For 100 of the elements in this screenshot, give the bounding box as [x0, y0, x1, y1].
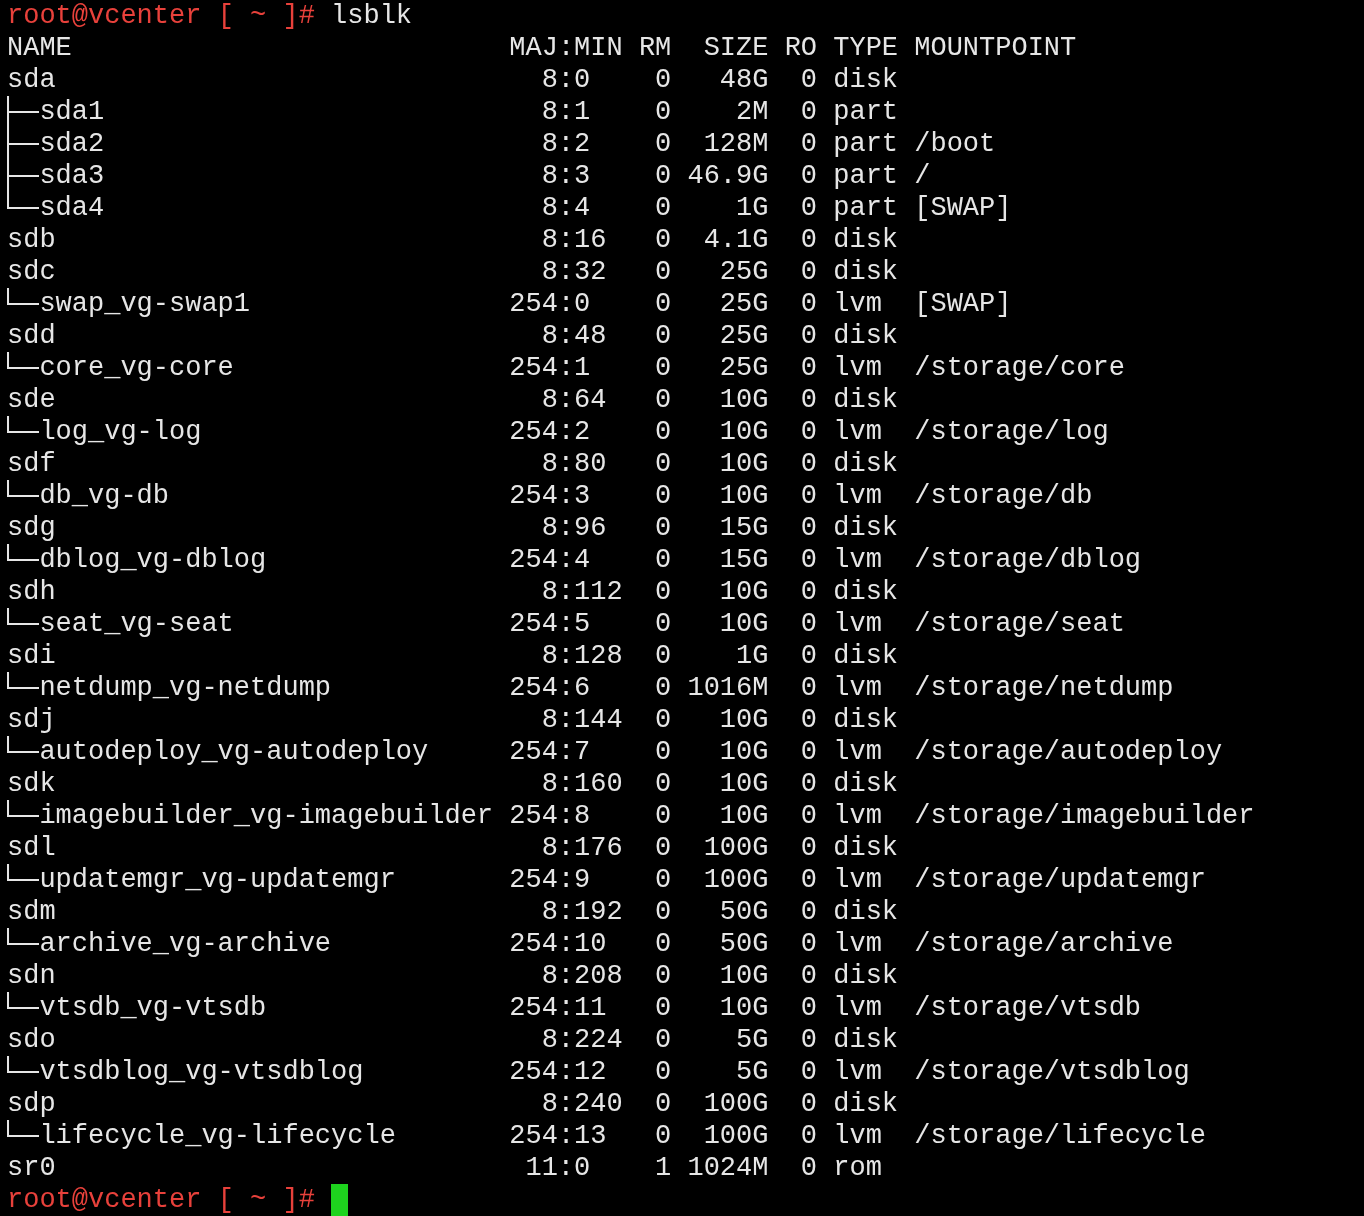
removable-value: 0 — [655, 385, 672, 415]
device-type: disk — [833, 832, 900, 864]
device-name: sda3 — [39, 160, 105, 192]
read-only-value: 0 — [800, 961, 818, 991]
device-type: disk — [833, 1024, 900, 1056]
removable-value: 0 — [655, 257, 672, 287]
device-name: sdg — [7, 512, 56, 544]
mount-point: /storage/autodeploy — [914, 736, 1223, 768]
device-type: lvm — [833, 1056, 883, 1088]
read-only-value: 0 — [800, 641, 818, 671]
read-only-value: 0 — [800, 225, 818, 255]
size-value: 10G — [719, 481, 769, 511]
read-only-value: 0 — [800, 1153, 818, 1183]
device-name: sdl — [7, 832, 56, 864]
read-only-value: 0 — [800, 129, 818, 159]
size-value: 5G — [736, 1025, 769, 1055]
size-value: 25G — [719, 321, 769, 351]
column-header: RM — [638, 32, 672, 64]
read-only-value: 0 — [800, 1089, 818, 1119]
removable-value: 0 — [655, 705, 672, 735]
tree-branch-line — [7, 128, 40, 160]
device-type: disk — [833, 896, 900, 928]
removable-value: 0 — [655, 321, 672, 351]
major-minor-number: 254:9 — [509, 865, 591, 895]
read-only-value: 0 — [800, 897, 818, 927]
tree-branch-line — [7, 416, 40, 433]
read-only-value: 0 — [800, 193, 818, 223]
device-type: disk — [833, 704, 900, 736]
major-minor-number: 254:4 — [509, 545, 591, 575]
device-name: vtsdb_vg-vtsdb — [39, 992, 267, 1024]
size-value: 1016M — [687, 673, 769, 703]
size-value: 25G — [719, 289, 769, 319]
tree-branch-line — [7, 864, 40, 881]
read-only-value: 0 — [800, 1121, 818, 1151]
device-type: disk — [833, 320, 900, 352]
device-type: disk — [833, 64, 900, 96]
device-type: lvm — [833, 672, 883, 704]
read-only-value: 0 — [800, 481, 818, 511]
major-minor-number: 254:0 — [509, 289, 591, 319]
removable-value: 0 — [655, 769, 672, 799]
device-name: autodeploy_vg-autodeploy — [39, 736, 429, 768]
device-type: part — [833, 160, 900, 192]
removable-value: 0 — [655, 129, 672, 159]
device-name: sdf — [7, 448, 56, 480]
mount-point: /storage/core — [914, 352, 1125, 384]
device-name: sdp — [7, 1088, 56, 1120]
device-name: sdn — [7, 960, 56, 992]
removable-value: 0 — [655, 65, 672, 95]
removable-value: 0 — [655, 225, 672, 255]
device-name: sda1 — [39, 96, 105, 128]
mount-point: /storage/seat — [914, 608, 1125, 640]
device-type: lvm — [833, 352, 883, 384]
read-only-value: 0 — [800, 1057, 818, 1087]
device-name: vtsdblog_vg-vtsdblog — [39, 1056, 364, 1088]
device-type: disk — [833, 384, 900, 416]
removable-value: 0 — [655, 97, 672, 127]
read-only-value: 0 — [800, 321, 818, 351]
device-name: sda — [7, 64, 56, 96]
size-value: 10G — [719, 801, 769, 831]
device-name: sr0 — [7, 1152, 56, 1184]
major-minor-number: 8:4 — [540, 193, 591, 223]
major-minor-number: 8:0 — [540, 65, 591, 95]
mount-point: /boot — [914, 128, 996, 160]
size-value: 10G — [719, 737, 769, 767]
device-name: sdm — [7, 896, 56, 928]
tree-branch-line — [7, 288, 40, 305]
read-only-value: 0 — [800, 865, 818, 895]
size-value: 100G — [703, 1089, 769, 1119]
device-name: netdump_vg-netdump — [39, 672, 332, 704]
size-value: 1G — [736, 193, 769, 223]
device-type: lvm — [833, 800, 883, 832]
device-name: archive_vg-archive — [39, 928, 332, 960]
size-value: 25G — [719, 257, 769, 287]
major-minor-number: 254:3 — [509, 481, 591, 511]
tree-branch-line — [7, 992, 40, 1009]
device-name: dblog_vg-dblog — [39, 544, 267, 576]
removable-value: 0 — [655, 353, 672, 383]
removable-value: 1 — [655, 1153, 672, 1183]
tree-branch-line — [7, 608, 40, 625]
read-only-value: 0 — [800, 737, 818, 767]
mount-point: /storage/vtsdblog — [914, 1056, 1190, 1088]
read-only-value: 0 — [800, 545, 818, 575]
read-only-value: 0 — [800, 833, 818, 863]
mount-point: [SWAP] — [914, 192, 1012, 224]
size-value: 5G — [736, 1057, 769, 1087]
removable-value: 0 — [655, 1121, 672, 1151]
removable-value: 0 — [655, 481, 672, 511]
device-type: lvm — [833, 288, 883, 320]
size-value: 10G — [719, 769, 769, 799]
removable-value: 0 — [655, 289, 672, 319]
device-type: disk — [833, 1088, 900, 1120]
device-name: sdb — [7, 224, 56, 256]
major-minor-number: 8:48 — [540, 321, 607, 351]
size-value: 10G — [719, 449, 769, 479]
device-name: updatemgr_vg-updatemgr — [39, 864, 396, 896]
tree-branch-line — [7, 480, 40, 497]
tree-branch-line — [7, 672, 40, 689]
major-minor-number: 8:16 — [540, 225, 607, 255]
tree-branch-line — [7, 1056, 40, 1073]
device-type: lvm — [833, 1120, 883, 1152]
